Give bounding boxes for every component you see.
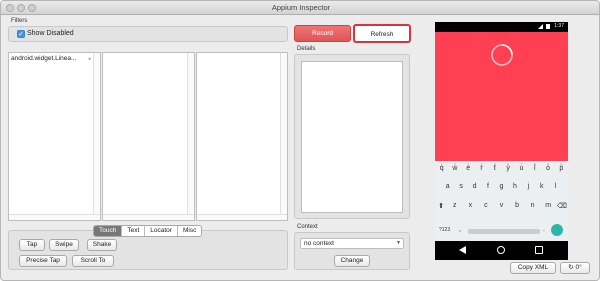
key-2[interactable]: d <box>469 183 481 190</box>
key-5[interactable]: y <box>502 165 514 172</box>
show-disabled-label: Show Disabled <box>27 30 74 37</box>
soft-keyboard[interactable]: 1234567890 qwertyuiop asdfghjkl ⬆ zxcvbn… <box>435 161 568 241</box>
key-0[interactable]: a <box>442 183 454 190</box>
keyboard-row-3: ⬆ zxcvbnm ⌫ <box>435 202 568 210</box>
appium-inspector-window: Appium Inspector Filters ✓ Show Disabled… <box>0 0 600 281</box>
key-4[interactable]: g <box>495 183 507 190</box>
tree-column-3-scrollbar[interactable] <box>280 53 287 220</box>
android-status-bar: 1:37 <box>435 22 568 32</box>
backspace-key-icon[interactable]: ⌫ <box>556 202 568 210</box>
key-6[interactable]: u <box>515 165 527 172</box>
key-5[interactable]: h <box>509 183 521 190</box>
refresh-button[interactable]: Refresh <box>353 24 411 43</box>
keyboard-row-2: asdfghjkl <box>435 183 568 190</box>
context-label: Context <box>297 224 318 230</box>
details-text-area[interactable] <box>301 61 403 213</box>
key-3[interactable]: v <box>495 202 507 210</box>
shift-key-icon[interactable]: ⬆ <box>435 202 447 210</box>
filters-panel: ✓ Show Disabled <box>8 26 288 42</box>
key-9[interactable]: p <box>555 165 567 172</box>
title-bar: Appium Inspector <box>1 1 599 15</box>
key-0[interactable]: z <box>449 202 461 210</box>
rotate-button[interactable]: ↻ 0° <box>560 262 590 274</box>
tree-column-2[interactable] <box>102 52 195 221</box>
key-6[interactable]: m <box>542 202 554 210</box>
comma-key[interactable]: , <box>459 226 461 233</box>
key-1[interactable]: w <box>449 165 461 172</box>
key-4[interactable]: t <box>489 165 501 172</box>
rotation-value: 0° <box>575 264 582 271</box>
tab-misc[interactable]: Misc <box>178 226 201 236</box>
key-7[interactable]: i <box>529 165 541 172</box>
space-key[interactable] <box>468 229 540 234</box>
details-panel <box>294 54 410 219</box>
context-select-value: no context <box>304 240 334 247</box>
tab-touch[interactable]: Touch <box>94 226 123 236</box>
details-label: Details <box>297 46 316 52</box>
minimize-window-button[interactable] <box>17 4 25 12</box>
show-disabled-checkbox[interactable]: ✓ <box>17 30 25 38</box>
key-1[interactable]: s <box>455 183 467 190</box>
tree-column-1[interactable]: android.widget.Linea... ► <box>8 52 101 221</box>
window-title: Appium Inspector <box>271 3 331 12</box>
status-bar-clock: 1:37 <box>554 23 564 29</box>
home-nav-icon[interactable] <box>497 246 505 254</box>
record-button[interactable]: Record <box>294 25 351 42</box>
expand-arrow-icon: ► <box>88 56 92 61</box>
precise-tap-button[interactable]: Precise Tap <box>19 255 67 267</box>
key-3[interactable]: r <box>476 165 488 172</box>
key-2[interactable]: c <box>480 202 492 210</box>
key-5[interactable]: n <box>527 202 539 210</box>
key-8[interactable]: l <box>549 183 561 190</box>
tree-column-3-hscrollbar[interactable] <box>197 214 287 220</box>
period-key[interactable]: . <box>543 226 545 233</box>
context-panel: no context ▼ Change <box>294 232 410 270</box>
tab-locator[interactable]: Locator <box>145 226 178 236</box>
tree-column-1-hscrollbar[interactable] <box>9 214 100 220</box>
key-1[interactable]: x <box>464 202 476 210</box>
swipe-button[interactable]: Swipe <box>49 239 79 251</box>
back-nav-icon[interactable] <box>459 246 466 254</box>
key-7[interactable]: k <box>536 183 548 190</box>
rotate-icon: ↻ <box>568 264 574 271</box>
key-0[interactable]: q <box>436 165 448 172</box>
tree-column-2-hscrollbar[interactable] <box>103 214 194 220</box>
key-4[interactable]: b <box>511 202 523 210</box>
keyboard-row-1: qwertyuiop <box>435 165 568 172</box>
close-window-button[interactable] <box>6 4 14 12</box>
enter-key-icon[interactable] <box>551 224 563 236</box>
app-content-area[interactable] <box>435 32 568 161</box>
scroll-to-button[interactable]: Scroll To <box>72 255 114 267</box>
context-select[interactable]: no context ▼ <box>300 238 404 249</box>
zoom-window-button[interactable] <box>28 4 36 12</box>
tree-item[interactable]: android.widget.Linea... <box>11 55 76 62</box>
symbols-key[interactable]: ?123 <box>439 227 450 233</box>
loading-spinner-icon <box>491 44 513 66</box>
key-2[interactable]: e <box>462 165 474 172</box>
chevron-down-icon: ▼ <box>396 240 401 246</box>
copy-xml-button[interactable]: Copy XML <box>510 262 556 274</box>
shake-button[interactable]: Shake <box>87 239 117 251</box>
keyboard-row-4: ?123 , . <box>435 223 568 239</box>
tab-text[interactable]: Text <box>122 226 146 236</box>
tree-column-3[interactable] <box>196 52 288 221</box>
change-context-button[interactable]: Change <box>334 255 370 267</box>
tree-column-1-scrollbar[interactable] <box>93 53 100 220</box>
filters-label: Filters <box>11 18 28 24</box>
signal-icon <box>538 24 543 29</box>
key-6[interactable]: j <box>522 183 534 190</box>
action-tabs: Touch Text Locator Misc <box>93 225 203 237</box>
tap-button[interactable]: Tap <box>19 239 45 251</box>
tree-column-2-scrollbar[interactable] <box>187 53 194 220</box>
key-3[interactable]: f <box>482 183 494 190</box>
battery-icon <box>546 24 550 29</box>
key-8[interactable]: o <box>542 165 554 172</box>
recents-nav-icon[interactable] <box>535 246 543 254</box>
android-navigation-bar <box>435 241 568 260</box>
